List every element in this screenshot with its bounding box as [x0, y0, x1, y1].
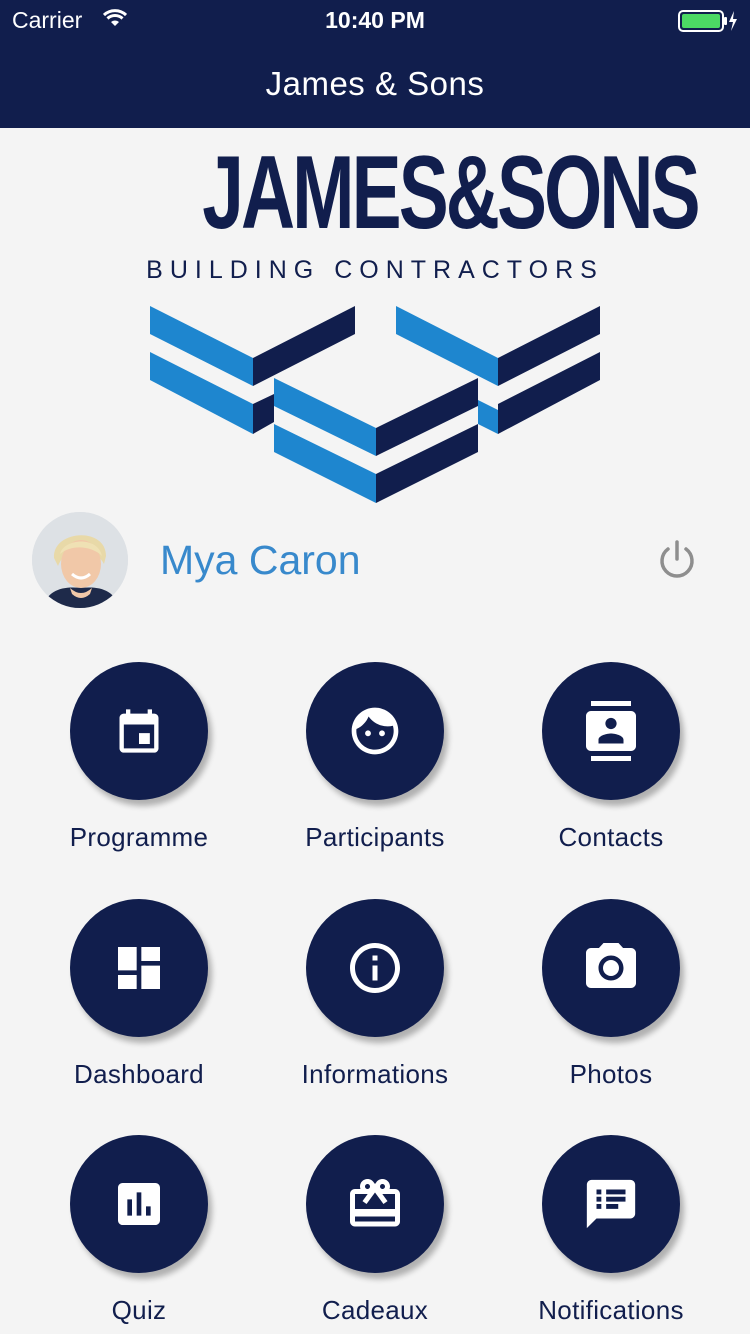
participants-button[interactable]	[306, 662, 444, 800]
navigation-bar: James & Sons	[0, 40, 750, 128]
menu-item-photos[interactable]: Photos	[491, 899, 731, 1090]
info-icon	[350, 943, 400, 993]
avatar[interactable]	[32, 512, 128, 608]
photos-button[interactable]	[542, 899, 680, 1037]
menu-item-contacts[interactable]: Contacts	[491, 662, 731, 853]
power-icon[interactable]	[656, 539, 698, 581]
contacts-button[interactable]	[542, 662, 680, 800]
profile-row: Mya Caron	[0, 512, 750, 612]
dashboard-icon	[118, 947, 160, 989]
menu-label: Informations	[301, 1059, 449, 1089]
menu-item-dashboard[interactable]: Dashboard	[19, 899, 259, 1090]
status-time: 10:40 PM	[325, 7, 425, 33]
menu-item-participants[interactable]: Participants	[255, 662, 495, 853]
menu-label: Participants	[305, 822, 445, 852]
camera-icon	[586, 943, 636, 988]
contacts-icon	[586, 701, 636, 761]
logo-chevron-mark	[150, 306, 600, 503]
menu-label: Photos	[569, 1059, 653, 1089]
menu-label: Contacts	[558, 822, 664, 852]
menu-item-cadeaux[interactable]: Cadeaux	[255, 1135, 495, 1326]
calendar-icon	[119, 709, 159, 753]
user-name: Mya Caron	[160, 537, 361, 583]
menu-item-notifications[interactable]: Notifications	[491, 1135, 731, 1326]
nav-title: James & Sons	[265, 65, 485, 102]
chart-icon	[118, 1183, 160, 1225]
menu-label: Dashboard	[74, 1059, 204, 1089]
menu-label: Quiz	[111, 1295, 167, 1325]
notifications-button[interactable]	[542, 1135, 680, 1273]
quiz-button[interactable]	[70, 1135, 208, 1273]
gift-card-icon	[350, 1179, 400, 1227]
programme-button[interactable]	[70, 662, 208, 800]
logo-tagline: BUILDING CONTRACTORS	[146, 256, 604, 284]
cadeaux-button[interactable]	[306, 1135, 444, 1273]
avatar-photo	[32, 512, 128, 608]
informations-button[interactable]	[306, 899, 444, 1037]
menu-label: Cadeaux	[321, 1295, 429, 1325]
message-icon	[586, 1179, 636, 1229]
menu-label: Notifications	[538, 1295, 684, 1325]
menu-label: Programme	[69, 822, 209, 852]
face-icon	[351, 707, 399, 755]
battery-icon	[678, 10, 737, 32]
status-bar: Carrier 10:40 PM	[0, 0, 750, 40]
dashboard-button[interactable]	[70, 899, 208, 1037]
menu-item-informations[interactable]: Informations	[255, 899, 495, 1090]
menu-item-programme[interactable]: Programme	[19, 662, 259, 853]
menu-item-quiz[interactable]: Quiz	[19, 1135, 259, 1326]
logo-wordmark: JAMES&SONS	[202, 135, 700, 251]
